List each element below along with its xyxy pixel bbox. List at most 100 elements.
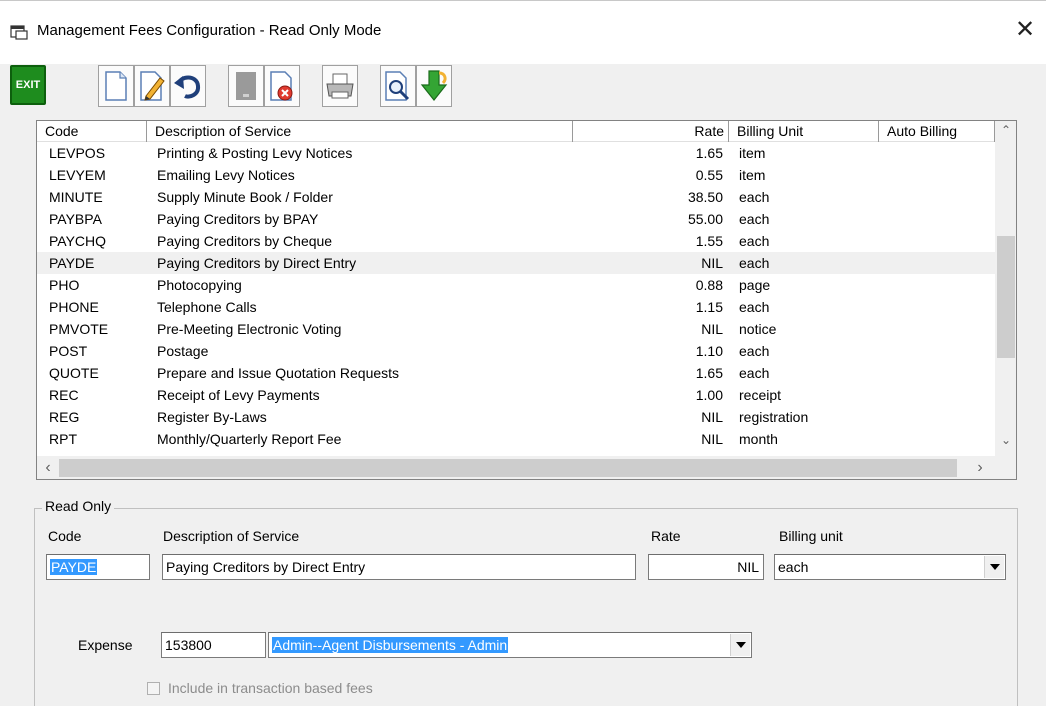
table-row[interactable]: LEVPOS Printing & Posting Levy Notices 1.6… [37,142,995,164]
table-row[interactable]: RPT Monthly/Quarterly Report Fee NIL month [37,428,995,450]
cell-description: Monthly/Quarterly Report Fee [157,431,342,447]
table-row[interactable]: PMVOTE Pre-Meeting Electronic Voting NIL no… [37,318,995,340]
cell-code: MINUTE [49,189,103,205]
cell-rate: 55.00 [687,211,723,227]
new-document-icon [105,71,127,101]
table-row[interactable]: REG Register By-Laws NIL registration [37,406,995,428]
column-header-code[interactable]: Code [37,121,147,142]
cell-description: Register By-Laws [157,409,267,425]
horizontal-scrollbar[interactable]: ‹ › [37,456,995,479]
cell-billing-unit: each [739,211,770,227]
cell-code: PAYCHQ [49,233,107,249]
table-row[interactable]: POST Postage 1.10 each [37,340,995,362]
cell-description: Prepare and Issue Quotation Requests [157,365,400,381]
edit-icon [140,71,165,101]
cell-description: Emailing Levy Notices [157,167,295,183]
chevron-down-icon[interactable] [730,634,750,656]
cell-billing-unit: item [739,145,766,161]
group-title: Read Only [42,498,115,514]
cell-billing-unit: page [739,277,771,293]
table-row[interactable]: PHO Photocopying 0.88 page [37,274,995,296]
edit-button[interactable] [134,65,170,107]
cell-rate: 1.10 [695,343,723,359]
billing-unit-value: each [778,559,809,575]
description-field[interactable]: Paying Creditors by Direct Entry [162,554,636,580]
cell-code: RPT [49,431,77,447]
billing-unit-select[interactable]: each [774,554,1006,580]
cell-description: Telephone Calls [157,299,257,315]
cell-code: LEVPOS [49,145,106,161]
cell-code: PHONE [49,299,99,315]
horizontal-scroll-thumb[interactable] [59,459,957,477]
fees-list[interactable]: Code Description of Service Rate Billing… [36,120,1017,480]
window-title: Management Fees Configuration - Read Onl… [37,22,382,39]
title-bar-border [0,0,1046,1]
close-icon[interactable]: ✕ [1012,16,1038,44]
cell-billing-unit: each [739,255,770,271]
cell-code: REG [49,409,80,425]
print-icon [326,73,354,99]
column-header-description[interactable]: Description of Service [147,121,573,142]
cell-rate: 0.88 [695,277,723,293]
table-row-selected[interactable]: PAYDE Paying Creditors by Direct Entry NIL… [37,252,995,274]
delete-button[interactable] [264,65,300,107]
print-preview-button[interactable] [380,65,416,107]
table-row[interactable]: PAYBPA Paying Creditors by BPAY 55.00 each [37,208,995,230]
cell-code: PHO [49,277,80,293]
cell-rate: 0.55 [695,167,723,183]
import-button[interactable] [416,65,452,107]
column-header-billing-unit[interactable]: Billing Unit [729,121,879,142]
code-field[interactable]: PAYDE [46,554,150,580]
include-transaction-fees-checkbox[interactable] [147,682,160,695]
list-body: LEVPOS Printing & Posting Levy Notices 1.6… [37,142,995,452]
list-header: Code Description of Service Rate Billing… [37,121,995,142]
vertical-scroll-thumb[interactable] [997,236,1015,358]
expense-account-value: Admin--Agent Disbursements - Admin [272,637,509,653]
scroll-up-icon[interactable]: ⌃ [995,123,1016,143]
cell-rate: NIL [701,431,723,447]
rate-label: Rate [651,528,681,544]
title-bar: Management Fees Configuration - Read Onl… [0,0,1046,64]
table-row[interactable]: PHONE Telephone Calls 1.15 each [37,296,995,318]
cell-billing-unit: item [739,167,766,183]
code-value: PAYDE [50,559,98,575]
cell-description: Supply Minute Book / Folder [157,189,333,205]
cell-description: Paying Creditors by Cheque [157,233,333,249]
rate-field[interactable]: NIL [648,554,764,580]
scrollbar-corner [995,456,1016,479]
column-header-rate[interactable]: Rate [573,121,729,142]
print-preview-icon [385,71,410,101]
scroll-right-icon[interactable]: › [969,456,991,479]
undo-button[interactable] [170,65,206,107]
table-row[interactable]: LEVYEM Emailing Levy Notices 0.55 item [37,164,995,186]
cell-rate: NIL [701,321,723,337]
save-button[interactable] [228,65,264,107]
cell-code: LEVYEM [49,167,106,183]
cell-description: Paying Creditors by Direct Entry [157,255,357,271]
cell-description: Receipt of Levy Payments [157,387,320,403]
cell-code: QUOTE [49,365,99,381]
table-row[interactable]: PAYCHQ Paying Creditors by Cheque 1.55 each [37,230,995,252]
billing-unit-label: Billing unit [779,528,843,544]
table-row[interactable]: MINUTE Supply Minute Book / Folder 38.50 ea… [37,186,995,208]
cell-code: POST [49,343,88,359]
exit-button[interactable]: EXIT [10,65,46,105]
new-document-button[interactable] [98,65,134,107]
cell-description: Postage [157,343,209,359]
expense-account-select[interactable]: Admin--Agent Disbursements - Admin [268,632,752,658]
column-header-auto-billing[interactable]: Auto Billing [879,121,995,142]
table-row[interactable]: REC Receipt of Levy Payments 1.00 receipt [37,384,995,406]
cell-rate: 1.65 [695,365,723,381]
chevron-down-icon[interactable] [984,556,1004,578]
cell-description: Pre-Meeting Electronic Voting [157,321,342,337]
table-row[interactable]: QUOTE Prepare and Issue Quotation Request… [37,362,995,384]
save-icon [236,72,256,100]
print-button[interactable] [322,65,358,107]
scroll-left-icon[interactable]: ‹ [37,456,59,479]
delete-icon [270,71,293,101]
cell-description: Printing & Posting Levy Notices [157,145,353,161]
scroll-down-icon[interactable]: ⌄ [995,433,1016,453]
expense-code-field[interactable]: 153800 [161,632,266,658]
expense-label: Expense [78,637,133,653]
vertical-scrollbar[interactable]: ⌃ ⌄ [995,121,1016,456]
